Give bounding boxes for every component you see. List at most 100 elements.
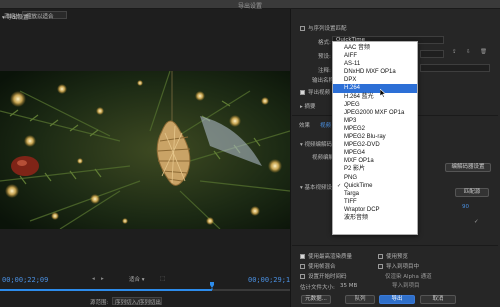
frame-blending-check[interactable] xyxy=(300,264,305,269)
format-option[interactable]: MPEG2 xyxy=(333,125,417,133)
format-option-label: PNG xyxy=(344,174,358,181)
format-option-label: AIFF xyxy=(344,53,357,60)
format-option-label: JPEG2000 MXF OP1a xyxy=(344,109,405,116)
fit-label: 适合 xyxy=(129,277,141,283)
crop-icon[interactable]: ⬚ xyxy=(160,276,165,282)
tab-effects[interactable]: 效果 xyxy=(299,121,310,129)
save-preset-icon[interactable]: ⇪ xyxy=(452,49,457,55)
playhead-icon[interactable] xyxy=(210,282,214,290)
max-render-quality-checkbox[interactable]: 使用最高渲染质量 xyxy=(300,252,352,260)
format-option-label: Targa xyxy=(344,190,360,197)
format-option[interactable]: PNG xyxy=(333,174,417,182)
format-option-label: MP3 xyxy=(344,117,357,124)
format-option[interactable]: AIFF xyxy=(333,52,417,60)
format-option[interactable]: AS-11 xyxy=(333,60,417,68)
preset-select-tail[interactable] xyxy=(420,50,444,58)
format-option-label: AS-11 xyxy=(344,61,361,68)
format-option-label: P2 影片 xyxy=(344,166,366,173)
format-option[interactable]: 波形音频 xyxy=(333,214,417,222)
start-timecode-check[interactable] xyxy=(300,274,305,279)
format-option[interactable]: Wraptor DCP xyxy=(333,206,417,214)
match-source-button[interactable]: 匹配源 xyxy=(455,188,489,197)
max-render-quality-label: 使用最高渲染质量 xyxy=(308,254,353,260)
link-icon[interactable]: ✓ xyxy=(474,219,479,225)
format-option[interactable]: TIFF xyxy=(333,198,417,206)
format-option-label: 波形音频 xyxy=(344,214,369,221)
format-option[interactable]: MPEG4 xyxy=(333,149,417,157)
comments-input-tail[interactable] xyxy=(420,64,490,72)
source-range-label: 源范围: xyxy=(90,300,109,306)
import-into-project-label: 导入到项目中 xyxy=(386,264,420,270)
format-option[interactable]: ✓ QuickTime xyxy=(333,182,417,190)
format-option[interactable]: MP3 xyxy=(333,117,417,125)
format-option[interactable]: JPEG2000 MXF OP1a xyxy=(333,109,417,117)
format-option[interactable]: Targa xyxy=(333,190,417,198)
format-option[interactable]: H.264 xyxy=(333,84,417,93)
format-option-label: JPEG xyxy=(344,101,360,108)
frame-blending-label: 使用帧混合 xyxy=(308,264,336,270)
format-option[interactable]: MPEG2 Blu-ray xyxy=(333,133,417,141)
format-option[interactable]: MXF OP1a xyxy=(333,157,417,165)
export-button[interactable]: 导出 xyxy=(379,295,415,304)
format-option-label: H.264 xyxy=(344,85,361,92)
format-option[interactable]: AAC 音频 xyxy=(333,44,417,52)
format-option[interactable]: H.264 蓝光 xyxy=(333,93,417,101)
frame-blending-checkbox[interactable]: 使用帧混合 xyxy=(300,262,336,270)
scrub-bar[interactable] xyxy=(0,289,290,291)
import-into-project-checkbox[interactable]: 导入到项目中 xyxy=(378,262,419,270)
use-previews-checkbox[interactable]: 使用预览 xyxy=(378,252,408,260)
red-ornament xyxy=(11,156,39,176)
checkmark-icon: ✓ xyxy=(337,182,342,189)
mouse-cursor-icon xyxy=(380,89,386,98)
scrub-fill xyxy=(0,289,212,291)
export-settings-header[interactable]: ▾ 导出设置 xyxy=(2,13,208,22)
max-render-quality-check[interactable] xyxy=(300,254,305,259)
tab-video[interactable]: 视频 xyxy=(320,121,331,129)
format-option-label: AAC 音频 xyxy=(344,45,371,51)
basic-video-value[interactable]: 90 xyxy=(462,204,469,210)
format-option-label: QuickTime xyxy=(344,182,373,189)
start-timecode-checkbox[interactable]: 设置开始时间码 xyxy=(300,272,347,280)
comments-label: 注释: xyxy=(318,68,331,74)
in-timecode[interactable]: 00;00;22;09 xyxy=(2,276,48,284)
format-option-label: MPEG4 xyxy=(344,150,366,157)
format-label: 格式: xyxy=(318,40,331,46)
export-video-checkbox[interactable]: 导出视频 xyxy=(300,88,330,96)
christmas-tree-frame xyxy=(0,71,290,229)
source-range-select[interactable]: 序列切入/序列切出 xyxy=(112,297,162,306)
use-previews-label: 使用预览 xyxy=(386,254,409,260)
export-video-check[interactable] xyxy=(300,90,305,95)
format-option[interactable]: JPEG xyxy=(333,101,417,109)
delete-preset-icon[interactable]: 🗑 xyxy=(480,49,487,55)
format-option-label: MPEG2-DVD xyxy=(344,142,380,149)
use-previews-check[interactable] xyxy=(378,254,383,259)
import-preset-icon[interactable]: ⇩ xyxy=(466,49,471,55)
format-option[interactable]: P2 影片 xyxy=(333,165,417,173)
format-option[interactable]: DPX xyxy=(333,76,417,84)
format-option-label: MXF OP1a xyxy=(344,158,374,165)
format-option-label: DNxHD MXF OP1a xyxy=(344,69,396,76)
format-option[interactable]: DNxHD MXF OP1a xyxy=(333,68,417,76)
fit-select[interactable]: 适合 ▾ xyxy=(129,275,145,283)
match-sequence-check[interactable] xyxy=(300,26,305,31)
codec-settings-button[interactable]: 编解码器设置 xyxy=(445,163,491,172)
out-timecode[interactable]: 00;00;29;14 xyxy=(248,276,294,284)
format-option[interactable]: MPEG2-DVD xyxy=(333,141,417,149)
render-alpha-label[interactable]: 仅渲染 Alpha 通道 xyxy=(385,272,432,280)
mark-out-icon[interactable]: ▸ xyxy=(101,276,104,282)
queue-button[interactable]: 队列 xyxy=(345,295,375,304)
preset-label: 预设: xyxy=(318,54,331,60)
export-video-label: 导出视频 xyxy=(308,90,331,96)
import-into-project-check[interactable] xyxy=(378,264,383,269)
export-settings-title: 导出设置 xyxy=(6,15,29,21)
match-sequence-checkbox[interactable]: 与序列设置匹配 xyxy=(300,24,347,32)
format-dropdown-menu[interactable]: AAC 音频 AIFF AS-11 DNxHD MXF OP1a DPX H.264 H.2… xyxy=(332,41,418,235)
title-bar: 导出设置 xyxy=(0,0,500,10)
summary-header[interactable]: ▸ 摘要 xyxy=(300,102,316,110)
format-option-label: Wraptor DCP xyxy=(344,206,380,213)
mark-in-icon[interactable]: ◂ xyxy=(92,276,95,282)
start-timecode-label: 设置开始时间码 xyxy=(308,274,347,280)
cancel-button[interactable]: 取消 xyxy=(420,295,456,304)
metadata-button[interactable]: 元数据... xyxy=(301,295,331,304)
estimated-size-value: 35 MB xyxy=(340,283,358,289)
